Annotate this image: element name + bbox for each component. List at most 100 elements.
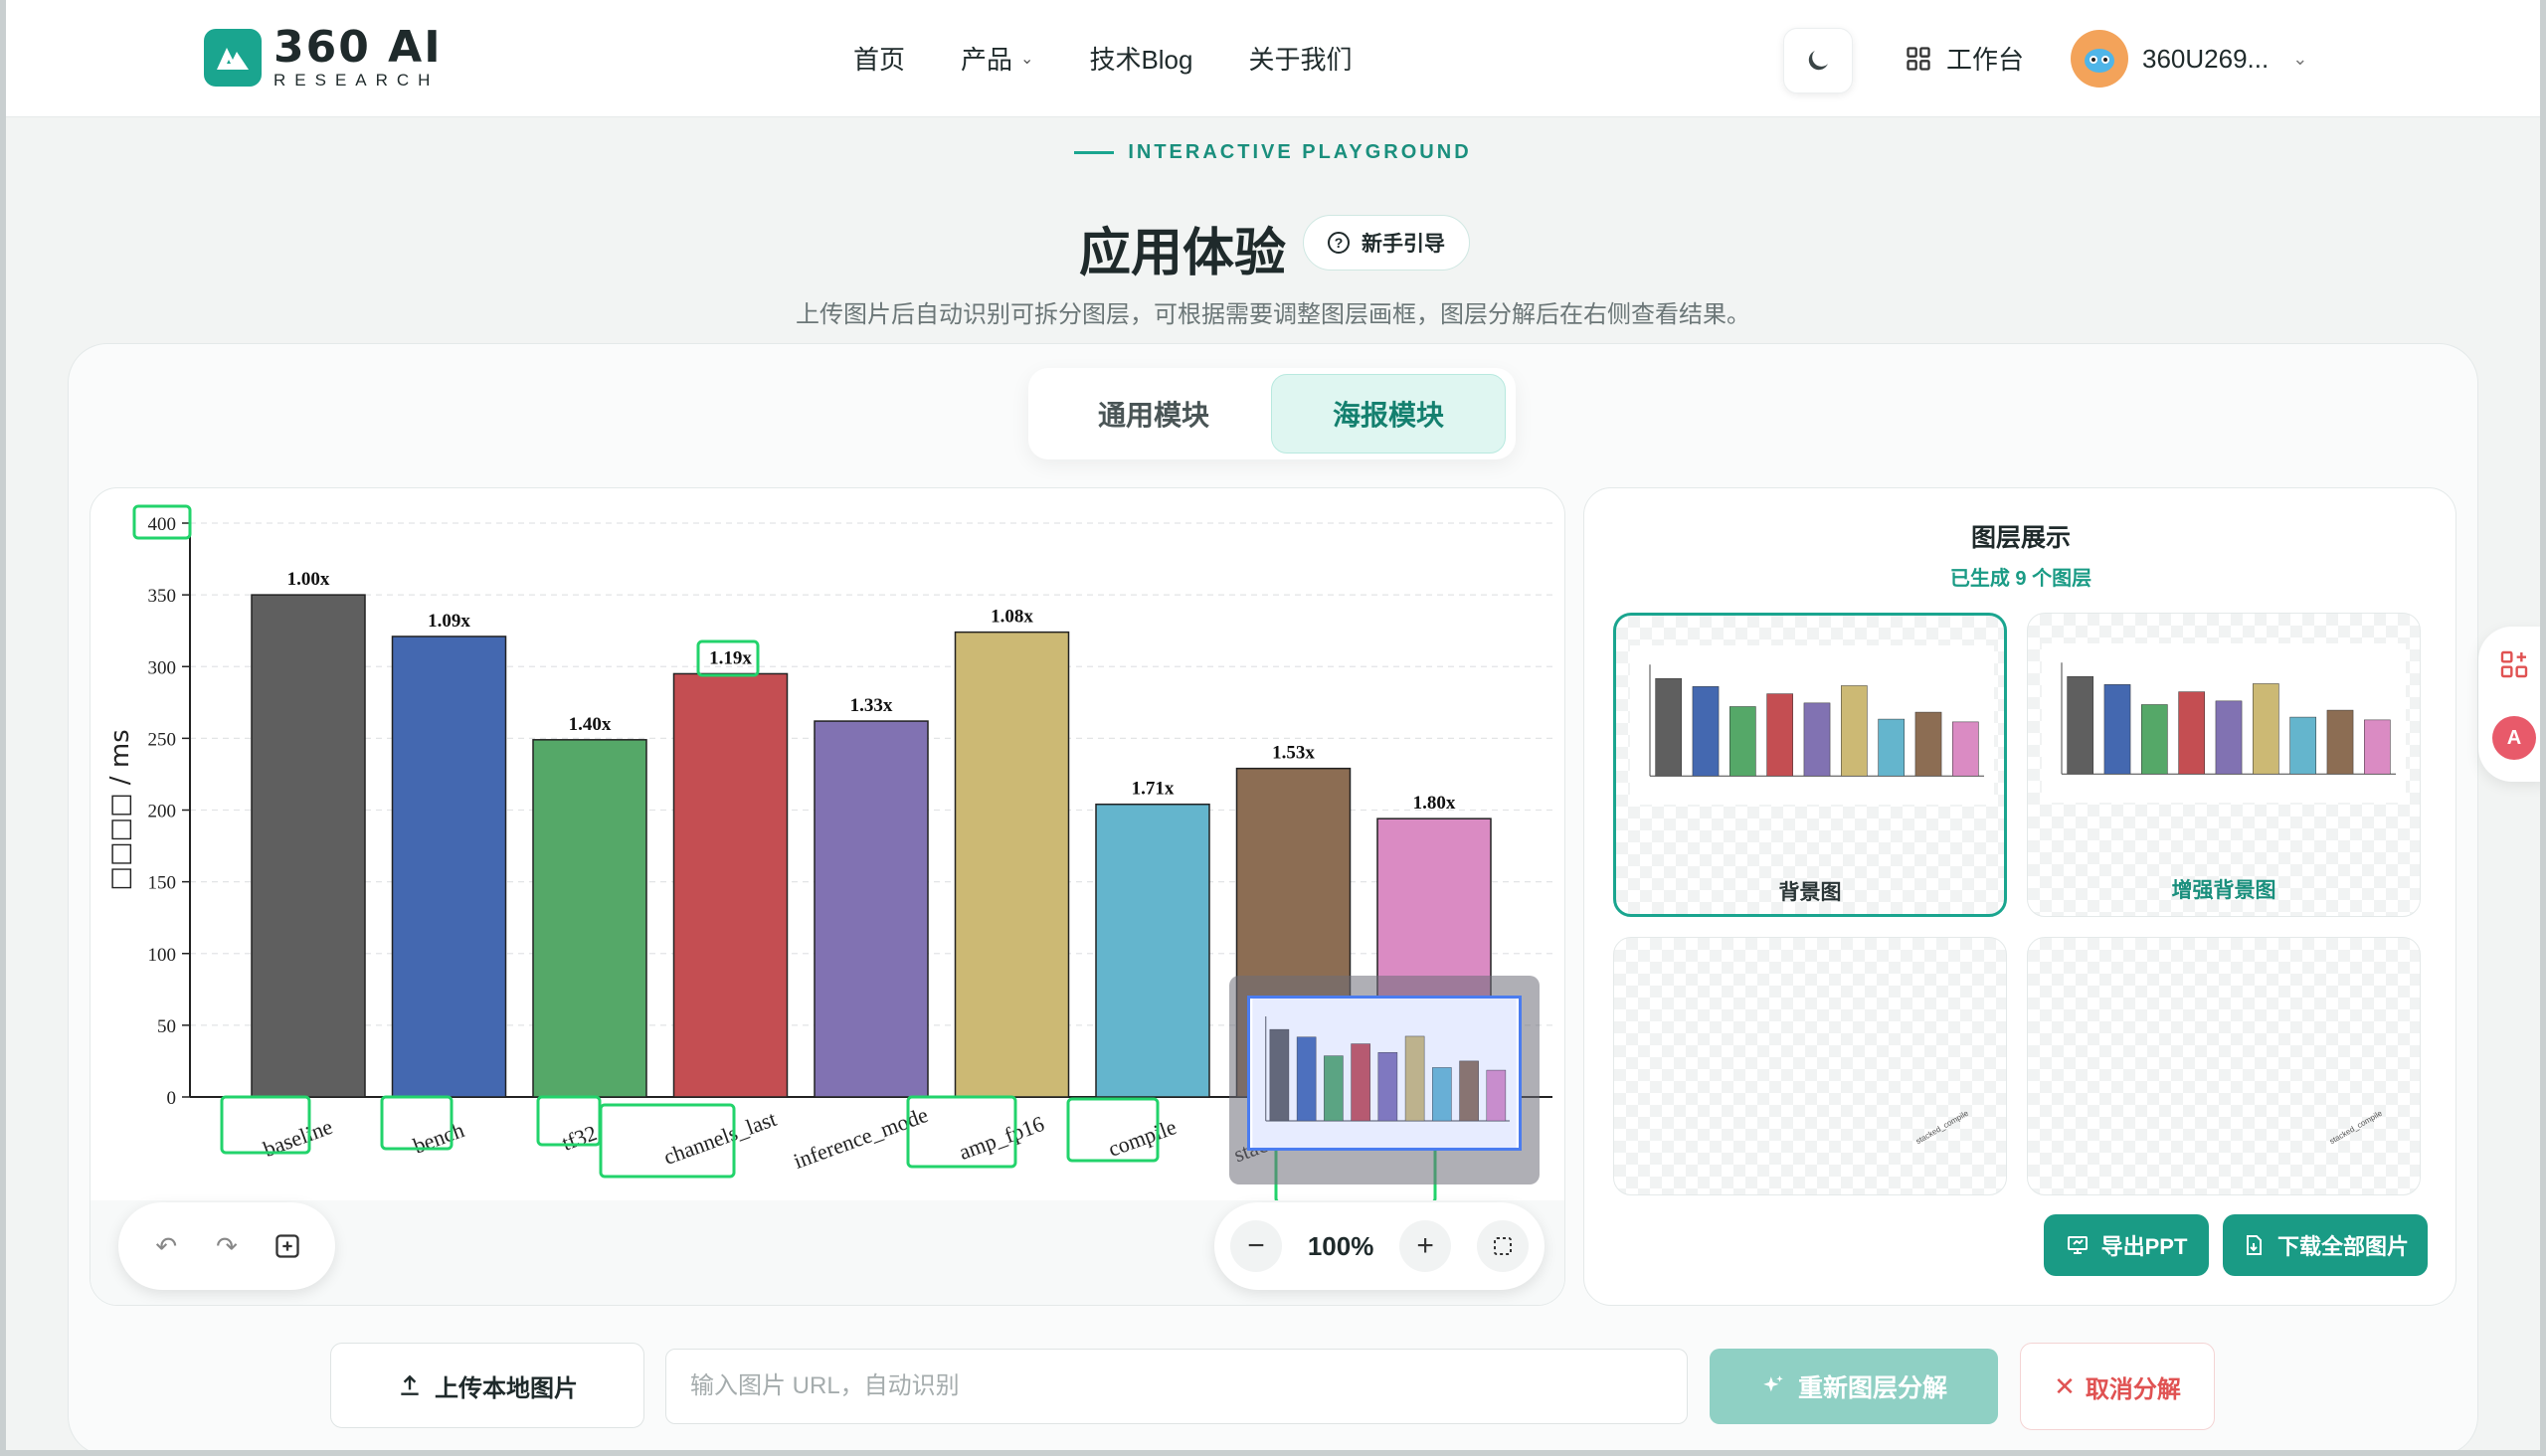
mini-bar — [1655, 677, 1682, 777]
bar — [391, 636, 507, 1098]
redecompose-button[interactable]: 重新图层分解 — [1710, 1349, 1998, 1424]
layer-card-enhanced-background[interactable]: 增强背景图 — [2027, 613, 2421, 917]
bar-value-label: 1.08x — [991, 607, 1033, 628]
nav-products[interactable]: 产品 ⌄ — [961, 40, 1033, 77]
chevron-down-icon: ⌄ — [2292, 48, 2308, 69]
mini-bar — [1692, 686, 1720, 777]
guide-button[interactable]: ? 新手引导 — [1303, 215, 1470, 271]
nav-products-label: 产品 — [961, 45, 1013, 75]
bar-value-label: 1.00x — [287, 569, 330, 590]
workbench-link[interactable]: 工作台 — [1905, 40, 2024, 77]
fit-view-icon — [1493, 1237, 1512, 1255]
page-title: 应用体验 — [1079, 225, 1287, 282]
logo-mark-icon — [204, 28, 262, 87]
layer-card-background[interactable]: 背景图 — [1613, 613, 2007, 917]
logo-sub-text: RESEARCH — [273, 71, 440, 90]
user-menu[interactable]: 360U269... ⌄ — [2071, 30, 2307, 88]
top-header: 360 AI RESEARCH 首页 产品 ⌄ 技术Blog 关于我们 工作台 3… — [0, 0, 2546, 117]
bar-value-label: 1.40x — [569, 714, 612, 735]
undo-icon[interactable]: ↶ — [143, 1223, 189, 1269]
download-all-button[interactable]: 下载全部图片 — [2223, 1214, 2428, 1276]
layer-card-4[interactable]: stacked_compile — [2027, 937, 2421, 1195]
y-tick-label: 400 — [148, 514, 177, 535]
layer-text-fragment: stacked_compile — [2327, 1108, 2384, 1147]
minimap[interactable] — [1229, 976, 1540, 1184]
layer-text-fragment: stacked_compile — [1913, 1108, 1970, 1147]
mini-bar — [2253, 683, 2279, 775]
layer-count: 已生成 9 个图层 — [1949, 568, 2092, 590]
eyebrow: INTERACTIVE PLAYGROUND — [0, 141, 2546, 164]
moon-icon — [1808, 51, 1828, 71]
layer-card-3[interactable]: stacked_compile — [1613, 937, 2007, 1195]
minimap-viewport-shade — [1252, 999, 1517, 1148]
main-nav: 首页 产品 ⌄ 技术Blog 关于我们 — [853, 40, 1408, 77]
side-float-toolbar: A — [2478, 627, 2546, 782]
y-axis-label: □□□□ / ms — [105, 729, 135, 890]
mini-bar — [1766, 693, 1793, 777]
zoom-out-button[interactable]: − — [1230, 1220, 1282, 1272]
tab-general[interactable]: 通用模块 — [1036, 374, 1271, 454]
zoom-controls: − 100% + — [1214, 1202, 1545, 1290]
mini-bar — [1878, 718, 1905, 777]
cancel-decompose-button[interactable]: ✕ 取消分解 — [2020, 1343, 2215, 1430]
tab-poster[interactable]: 海报模块 — [1271, 374, 1506, 454]
grid-icon — [1907, 46, 1930, 71]
y-tick-label: 300 — [148, 657, 177, 678]
add-box-icon[interactable] — [265, 1223, 310, 1269]
upload-local-button[interactable]: 上传本地图片 — [330, 1343, 644, 1428]
x-tick-label: baseline — [260, 1114, 335, 1162]
bar — [672, 672, 789, 1098]
zoom-level: 100% — [1307, 1230, 1374, 1261]
sparkle-icon — [1763, 1375, 1783, 1392]
nav-home[interactable]: 首页 — [853, 40, 905, 77]
nav-about[interactable]: 关于我们 — [1248, 40, 1352, 77]
bar — [251, 594, 366, 1098]
export-ppt-label: 导出PPT — [2100, 1234, 2188, 1259]
export-ppt-button[interactable]: 导出PPT — [2044, 1214, 2209, 1276]
apps-add-icon[interactable] — [2498, 648, 2530, 685]
x-tick-label: inference_mode — [791, 1102, 932, 1174]
translate-icon[interactable]: A — [2492, 716, 2536, 760]
eyebrow-text: INTERACTIVE PLAYGROUND — [1128, 141, 1472, 163]
bar — [814, 720, 929, 1098]
logo[interactable]: 360 AI RESEARCH — [204, 26, 443, 89]
y-tick-label: 50 — [157, 1016, 176, 1037]
mini-bar — [1952, 721, 1979, 777]
zoom-in-button[interactable]: + — [1399, 1220, 1452, 1272]
mini-bar — [2141, 704, 2168, 775]
mini-bar — [2103, 684, 2131, 775]
upload-label: 上传本地图片 — [435, 1374, 578, 1402]
theme-toggle-button[interactable] — [1783, 28, 1853, 93]
page-subtitle: 上传图片后自动识别可拆分图层，可根据需要调整图层画框，图层分解后在右侧查看结果。 — [796, 301, 1750, 328]
fit-view-button[interactable] — [1476, 1220, 1529, 1272]
y-tick-label: 350 — [148, 586, 177, 607]
mini-bar — [2289, 716, 2316, 775]
redo-icon[interactable]: ↷ — [204, 1223, 250, 1269]
x-tick-label: tf32 — [559, 1120, 601, 1156]
y-tick-label: 250 — [148, 729, 177, 750]
layer-panel-title: 图层展示 — [1970, 524, 2071, 552]
nav-blog[interactable]: 技术Blog — [1089, 40, 1192, 77]
layer-thumbnail — [1630, 645, 1994, 805]
layer-caption: 增强背景图 — [2171, 879, 2276, 902]
y-tick-label: 0 — [167, 1088, 177, 1109]
download-all-label: 下载全部图片 — [2276, 1234, 2409, 1259]
nav-about-label: 关于我们 — [1248, 45, 1353, 75]
x-tick-label: amp_fp16 — [956, 1111, 1047, 1165]
image-url-input[interactable] — [665, 1349, 1688, 1424]
file-download-icon — [2246, 1235, 2262, 1255]
chevron-down-icon: ⌄ — [1020, 50, 1034, 68]
cancel-label: 取消分解 — [2085, 1375, 2181, 1403]
username: 360U269... — [2142, 43, 2270, 74]
workbench-label: 工作台 — [1946, 45, 2025, 75]
bar-value-label: 1.33x — [850, 695, 893, 716]
nav-home-label: 首页 — [853, 45, 906, 75]
bar — [532, 739, 647, 1098]
help-icon: ? — [1328, 232, 1350, 254]
bar-value-label: 1.80x — [1413, 793, 1456, 814]
canvas-panel[interactable]: 0 50 100 150 200 250 300 350 400 □□□□ / ms 1.00x ba… — [90, 487, 1565, 1306]
mini-bar — [2067, 675, 2093, 775]
bar-value-label: 1.09x — [428, 611, 470, 632]
module-tabs: 通用模块 海报模块 — [1028, 368, 1516, 459]
minimap-viewport[interactable] — [1247, 996, 1522, 1151]
